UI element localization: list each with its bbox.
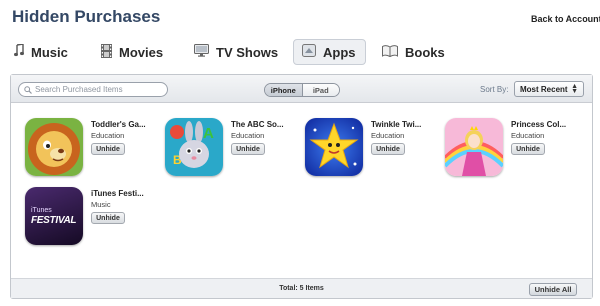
app-name: Twinkle Twi... <box>371 120 422 129</box>
itunes-festival-app-icon[interactable]: iTunes FESTIVAL <box>25 187 83 245</box>
panel-toolbar: Search Purchased Items iPhone iPad Sort … <box>11 75 592 103</box>
app-category: Education <box>231 131 265 140</box>
search-input[interactable]: Search Purchased Items <box>18 82 168 97</box>
tab-apps[interactable]: Apps <box>293 39 366 65</box>
back-to-account-link[interactable]: Back to Account <box>531 14 600 24</box>
sort-value: Most Recent <box>520 84 568 94</box>
app-icon <box>302 44 316 60</box>
tab-label: Books <box>405 44 445 60</box>
app-category: Music <box>91 200 111 209</box>
app-name: Princess Col... <box>511 120 567 129</box>
app-category: Education <box>511 131 545 140</box>
search-icon <box>24 85 32 94</box>
princess-app-icon[interactable] <box>445 118 503 176</box>
star-app-icon[interactable] <box>305 118 363 176</box>
sort-label: Sort By: <box>480 85 509 94</box>
total-count: Total: 5 Items <box>279 285 324 292</box>
purchases-panel: Search Purchased Items iPhone iPad Sort … <box>10 74 593 299</box>
segment-iphone[interactable]: iPhone <box>265 84 303 96</box>
tab-books[interactable]: Books <box>382 39 445 65</box>
media-tabs: Music Movies TV Shows Apps Books <box>14 39 600 65</box>
svg-text:A: A <box>203 125 214 142</box>
device-segmented-control: iPhone iPad <box>264 83 340 97</box>
tab-label: Movies <box>119 44 164 60</box>
lion-app-icon[interactable] <box>25 118 83 176</box>
unhide-button[interactable]: Unhide <box>371 143 405 155</box>
app-item: iTunes FESTIVAL iTunes Festi... Music Un… <box>25 187 165 255</box>
tab-label: Music <box>31 44 68 60</box>
music-note-icon <box>14 43 24 60</box>
unhide-button[interactable]: Unhide <box>91 143 125 155</box>
tab-label: TV Shows <box>216 44 279 60</box>
app-category: Education <box>371 131 405 140</box>
book-icon <box>382 44 398 60</box>
chevron-updown-icon: ▲ ▼ <box>571 83 578 95</box>
app-name: The ABC So... <box>231 120 284 129</box>
tab-movies[interactable]: Movies <box>101 39 163 65</box>
app-item: A B The ABC So... Education Unhide <box>165 118 305 186</box>
unhide-button[interactable]: Unhide <box>231 143 265 155</box>
unhide-all-button[interactable]: Unhide All <box>529 283 577 296</box>
app-item: Toddler's Ga... Education Unhide <box>25 118 165 186</box>
app-item: Princess Col... Education Unhide <box>445 118 585 186</box>
unhide-button[interactable]: Unhide <box>511 143 545 155</box>
film-icon <box>101 43 112 61</box>
app-item: Twinkle Twi... Education Unhide <box>305 118 445 186</box>
panel-footer: Total: 5 Items Unhide All <box>11 278 592 298</box>
app-name: iTunes Festi... <box>91 189 144 198</box>
tab-label: Apps <box>323 44 356 60</box>
tab-tv-shows[interactable]: TV Shows <box>194 39 278 65</box>
app-category: Education <box>91 131 125 140</box>
icon-text-main: FESTIVAL <box>31 214 77 226</box>
page-title: Hidden Purchases <box>12 7 161 26</box>
app-name: Toddler's Ga... <box>91 120 146 129</box>
segment-ipad[interactable]: iPad <box>302 84 339 96</box>
unhide-button[interactable]: Unhide <box>91 212 125 224</box>
search-placeholder: Search Purchased Items <box>35 85 123 94</box>
tv-icon <box>194 44 209 60</box>
icon-text-top: iTunes <box>31 206 52 214</box>
sort-select[interactable]: Most Recent ▲ ▼ <box>514 81 584 97</box>
tab-music[interactable]: Music <box>14 39 68 65</box>
bunny-abc-app-icon[interactable]: A B <box>165 118 223 176</box>
